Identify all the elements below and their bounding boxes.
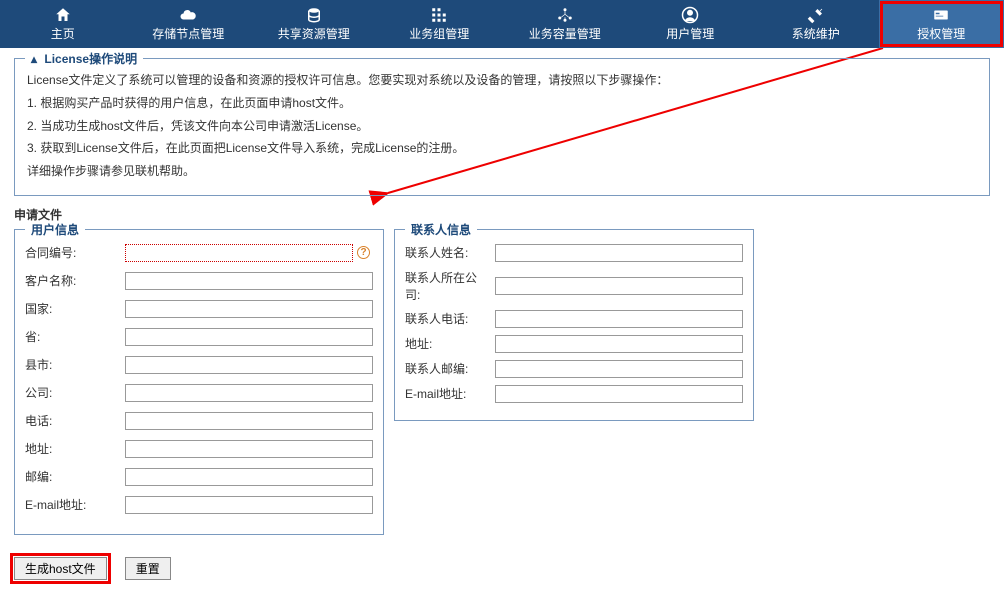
input-contract[interactable] <box>125 244 353 262</box>
desc-text: License文件定义了系统可以管理的设备和资源的授权许可信息。您要实现对系统以… <box>27 69 977 183</box>
user-info-fieldset: 用户信息 合同编号: ? 客户名称: 国家: 省: 县市: <box>14 229 384 535</box>
row-contract: 合同编号: ? <box>25 244 373 262</box>
contact-legend: 联系人信息 <box>405 221 477 238</box>
nav-label: 业务组管理 <box>409 25 469 42</box>
nav-bar: 主页 存储节点管理 共享资源管理 业务组管理 业务容量管理 用户管理 系统维护 … <box>0 0 1004 48</box>
row-caddress: 地址: <box>405 335 743 353</box>
row-cemail: E-mail地址: <box>405 385 743 403</box>
input-province[interactable] <box>125 328 373 346</box>
gen-host-button[interactable]: 生成host文件 <box>14 557 107 580</box>
input-address[interactable] <box>125 440 373 458</box>
section-title: 申请文件 <box>14 206 990 223</box>
input-zip[interactable] <box>125 468 373 486</box>
row-province: 省: <box>25 328 373 346</box>
input-cemail[interactable] <box>495 385 743 403</box>
label-email: E-mail地址: <box>25 496 125 513</box>
label-contract: 合同编号: <box>25 244 125 261</box>
nav-label: 系统维护 <box>792 25 840 42</box>
gen-host-wrap: 生成host文件 <box>14 557 107 580</box>
required-icon: ? <box>357 246 370 259</box>
user-legend: 用户信息 <box>25 221 85 238</box>
input-company[interactable] <box>125 384 373 402</box>
input-phone[interactable] <box>125 412 373 430</box>
database-icon <box>304 6 324 24</box>
input-city[interactable] <box>125 356 373 374</box>
label-ccompany: 联系人所在公司: <box>405 269 495 303</box>
tools-icon <box>806 6 826 24</box>
row-country: 国家: <box>25 300 373 318</box>
desc-line: 3. 获取到License文件后，在此页面把License文件导入系统，完成Li… <box>27 137 977 160</box>
label-cphone: 联系人电话: <box>405 310 495 327</box>
nav-label: 业务容量管理 <box>529 25 601 42</box>
nav-maintain[interactable]: 系统维护 <box>753 0 879 48</box>
label-company: 公司: <box>25 384 125 401</box>
desc-line: 1. 根据购买产品时获得的用户信息，在此页面申请host文件。 <box>27 92 977 115</box>
label-country: 国家: <box>25 300 125 317</box>
label-cemail: E-mail地址: <box>405 385 495 402</box>
form-area: 用户信息 合同编号: ? 客户名称: 国家: 省: 县市: <box>14 229 990 535</box>
contact-info-fieldset: 联系人信息 联系人姓名: 联系人所在公司: 联系人电话: 地址: 联系人邮编: <box>394 229 754 421</box>
home-icon <box>53 6 73 24</box>
license-desc-box: ▴ License操作说明 License文件定义了系统可以管理的设备和资源的授… <box>14 58 990 196</box>
input-cphone[interactable] <box>495 310 743 328</box>
legend-text: License操作说明 <box>44 52 137 66</box>
input-email[interactable] <box>125 496 373 514</box>
input-czip[interactable] <box>495 360 743 378</box>
label-address: 地址: <box>25 440 125 457</box>
desc-line: License文件定义了系统可以管理的设备和资源的授权许可信息。您要实现对系统以… <box>27 69 977 92</box>
content: ▴ License操作说明 License文件定义了系统可以管理的设备和资源的授… <box>0 48 1004 590</box>
label-caddress: 地址: <box>405 335 495 352</box>
input-caddress[interactable] <box>495 335 743 353</box>
label-czip: 联系人邮编: <box>405 360 495 377</box>
row-city: 县市: <box>25 356 373 374</box>
row-zip: 邮编: <box>25 468 373 486</box>
nav-label: 存储节点管理 <box>152 25 224 42</box>
desc-line: 详细操作步骤请参见联机帮助。 <box>27 160 977 183</box>
input-ccompany[interactable] <box>495 277 743 295</box>
row-address: 地址: <box>25 440 373 458</box>
row-ccompany: 联系人所在公司: <box>405 269 743 303</box>
row-customer: 客户名称: <box>25 272 373 290</box>
input-customer[interactable] <box>125 272 373 290</box>
row-cphone: 联系人电话: <box>405 310 743 328</box>
card-icon <box>931 6 951 24</box>
input-cname[interactable] <box>495 244 743 262</box>
nav-group[interactable]: 业务组管理 <box>377 0 503 48</box>
desc-line: 2. 当成功生成host文件后，凭该文件向本公司申请激活License。 <box>27 115 977 138</box>
user-icon <box>680 6 700 24</box>
row-phone: 电话: <box>25 412 373 430</box>
row-czip: 联系人邮编: <box>405 360 743 378</box>
label-city: 县市: <box>25 356 125 373</box>
nav-storage[interactable]: 存储节点管理 <box>126 0 252 48</box>
row-cname: 联系人姓名: <box>405 244 743 262</box>
nav-home[interactable]: 主页 <box>0 0 126 48</box>
label-zip: 邮编: <box>25 468 125 485</box>
nav-license[interactable]: 授权管理 <box>879 0 1004 48</box>
label-customer: 客户名称: <box>25 272 125 289</box>
nav-label: 授权管理 <box>917 25 965 42</box>
nav-label: 共享资源管理 <box>278 25 350 42</box>
reset-button[interactable]: 重置 <box>125 557 171 580</box>
collapse-icon[interactable]: ▴ <box>31 52 37 66</box>
network-icon <box>555 6 575 24</box>
row-company: 公司: <box>25 384 373 402</box>
nav-capacity[interactable]: 业务容量管理 <box>502 0 628 48</box>
row-email: E-mail地址: <box>25 496 373 514</box>
button-row: 生成host文件 重置 <box>14 557 990 580</box>
license-legend: ▴ License操作说明 <box>25 50 143 67</box>
label-province: 省: <box>25 328 125 345</box>
nav-label: 用户管理 <box>666 25 714 42</box>
label-phone: 电话: <box>25 412 125 429</box>
label-cname: 联系人姓名: <box>405 244 495 261</box>
nav-shared[interactable]: 共享资源管理 <box>251 0 377 48</box>
nav-user[interactable]: 用户管理 <box>628 0 754 48</box>
grid-icon <box>429 6 449 24</box>
cloud-icon <box>178 6 198 24</box>
input-country[interactable] <box>125 300 373 318</box>
nav-label: 主页 <box>51 25 75 42</box>
